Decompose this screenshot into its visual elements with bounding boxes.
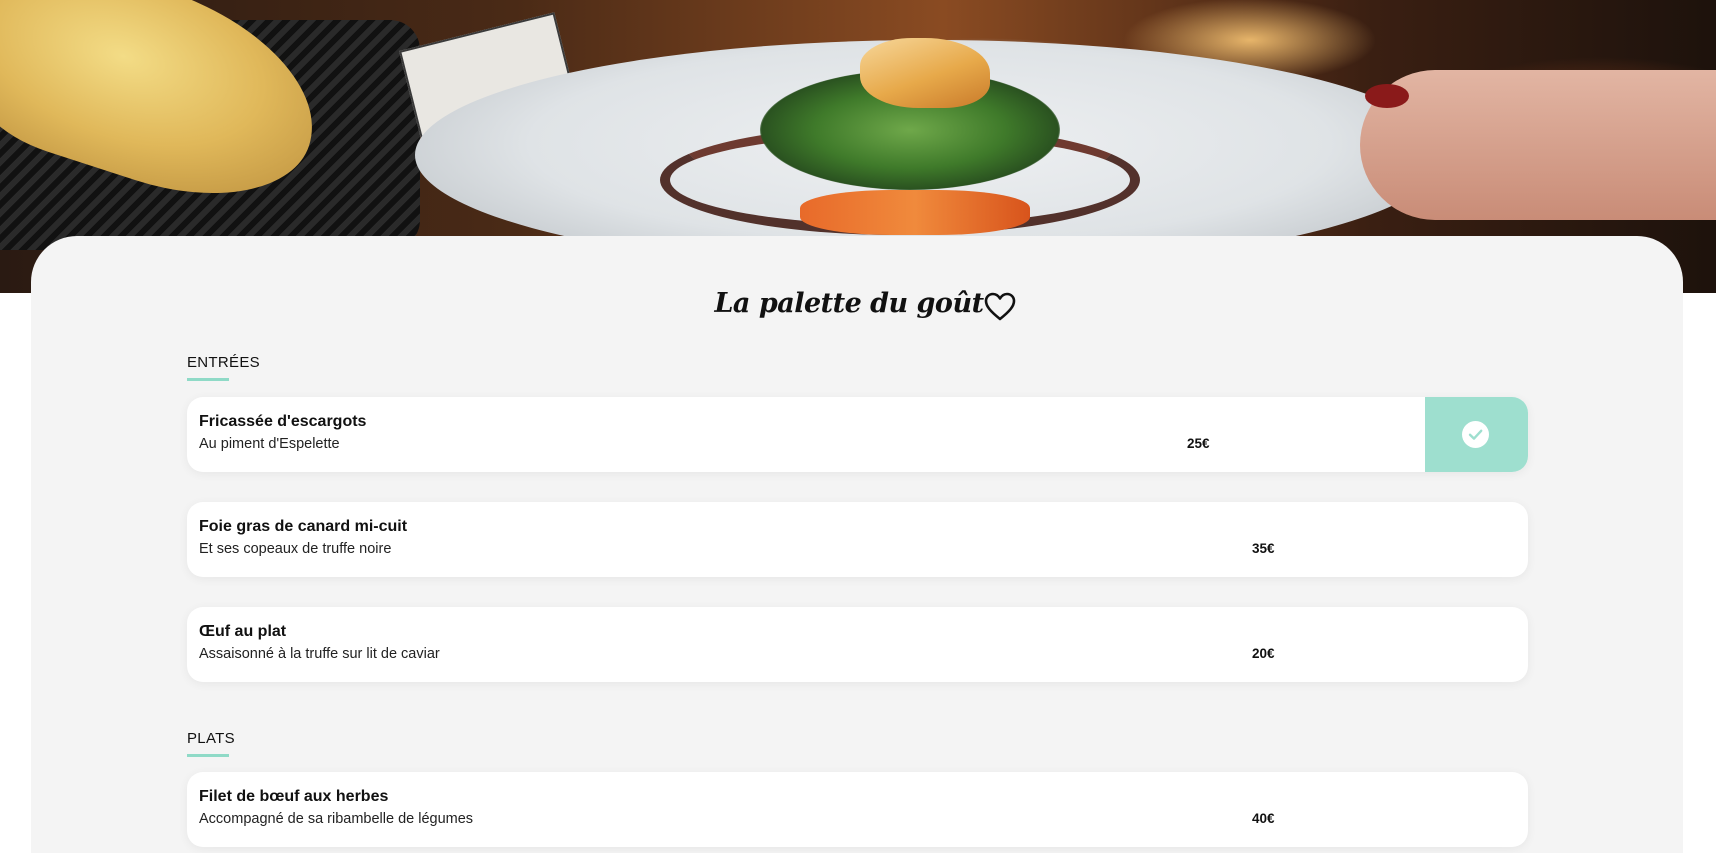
menu-item-name: Fricassée d'escargots — [199, 413, 367, 430]
section-underline — [187, 754, 229, 757]
menu-item[interactable]: Foie gras de canard mi-cuit Et ses copea… — [187, 502, 1528, 577]
menu-item-name: Filet de bœuf aux herbes — [199, 788, 389, 805]
selected-indicator[interactable] — [1425, 397, 1528, 472]
restaurant-title: La palette du goût — [714, 288, 984, 319]
menu-item-description: Et ses copeaux de truffe noire — [199, 541, 392, 557]
menu-item[interactable]: Œuf au plat Assaisonné à la truffe sur l… — [187, 607, 1528, 682]
menu-item[interactable]: Fricassée d'escargots Au piment d'Espele… — [187, 397, 1528, 472]
nail-graphic — [1365, 84, 1409, 108]
menu-item-price: 25€ — [1187, 436, 1210, 451]
title-row: La palette du goût — [31, 288, 1683, 328]
menu-item-price: 20€ — [1252, 646, 1275, 661]
menu-item-description: Au piment d'Espelette — [199, 436, 340, 452]
menu-item-price: 40€ — [1252, 811, 1275, 826]
menu-item-name: Foie gras de canard mi-cuit — [199, 518, 408, 535]
fish-graphic — [860, 38, 990, 108]
heart-icon[interactable] — [984, 292, 1016, 322]
menu-item-description: Assaisonné à la truffe sur lit de caviar — [199, 646, 440, 662]
menu-item[interactable]: Filet de bœuf aux herbes Accompagné de s… — [187, 772, 1528, 847]
section-underline — [187, 378, 229, 381]
menu-item-name: Œuf au plat — [199, 623, 287, 640]
section-heading-entrees: ENTRÉES — [187, 354, 260, 371]
menu-item-description: Accompagné de sa ribambelle de légumes — [199, 811, 474, 827]
hand-graphic — [1360, 70, 1716, 220]
menu-panel: La palette du goût ENTRÉES Fricassée d'e… — [31, 236, 1683, 853]
carrot-graphic — [800, 190, 1030, 235]
check-circle-icon — [1462, 421, 1489, 448]
menu-item-price: 35€ — [1252, 541, 1275, 556]
section-heading-plats: PLATS — [187, 730, 235, 747]
